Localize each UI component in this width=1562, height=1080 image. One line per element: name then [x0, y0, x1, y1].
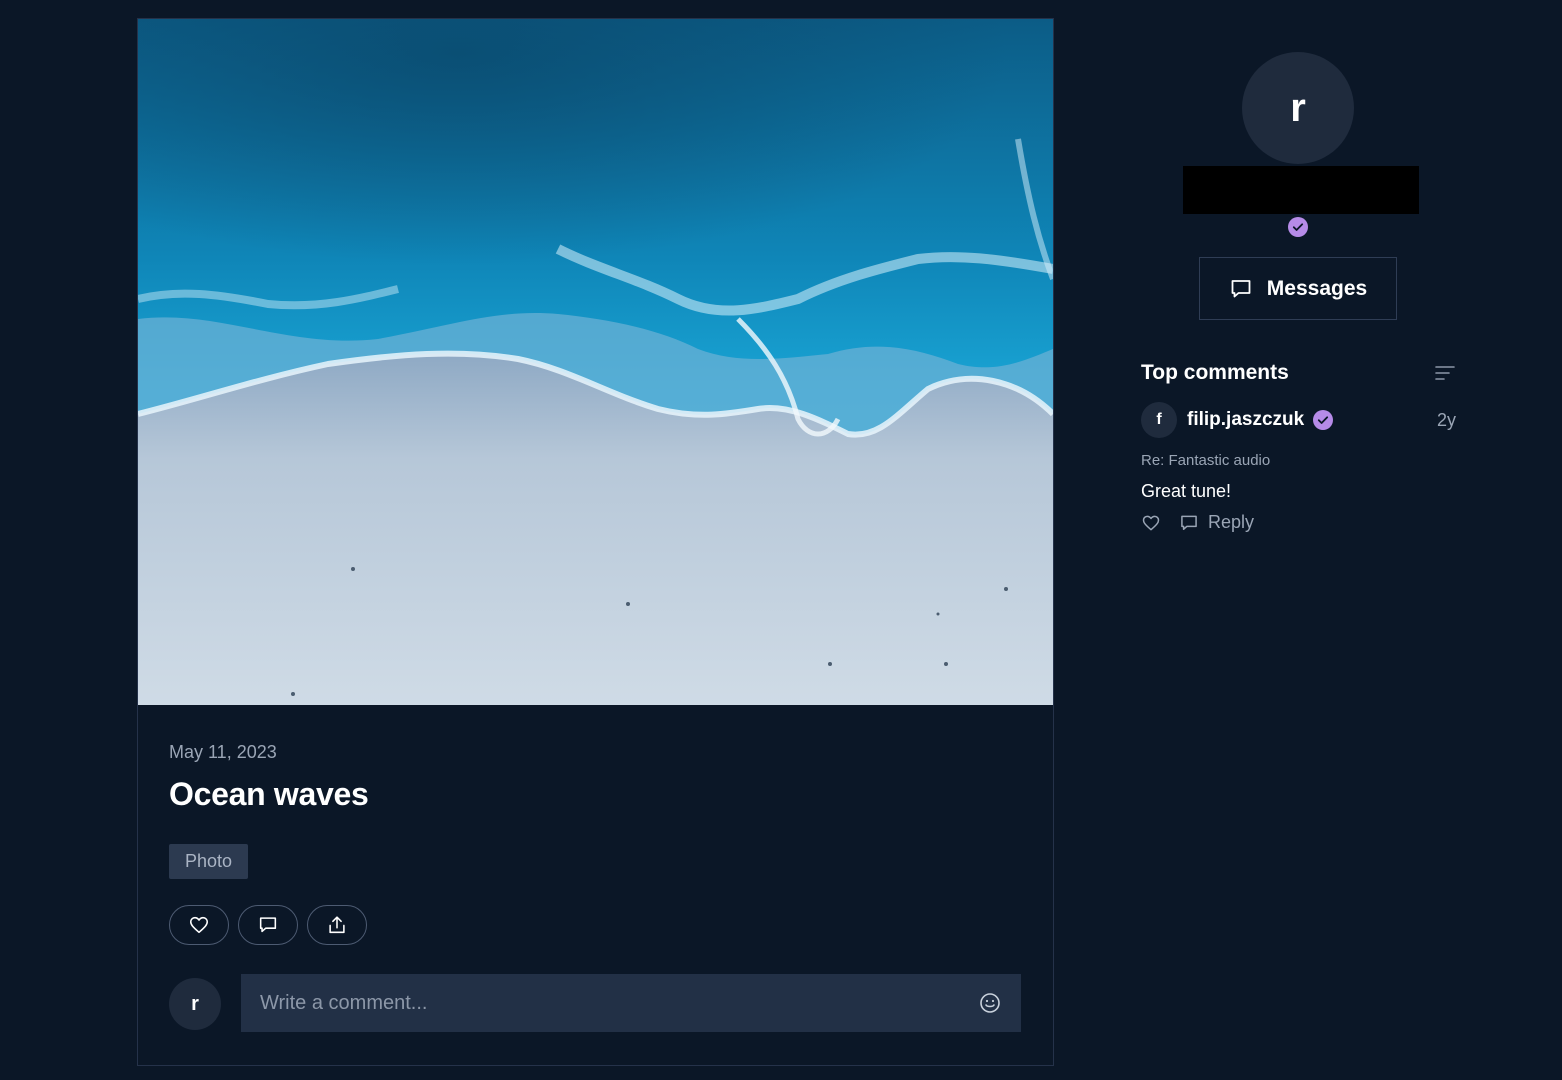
profile-avatar[interactable]: r [1242, 52, 1354, 164]
comment-author[interactable]: filip.jaszczuk [1187, 409, 1304, 431]
comment-item: f filip.jaszczuk 2y Re: Fantastic audio … [1141, 402, 1456, 542]
share-button[interactable] [307, 905, 367, 945]
verified-icon [1288, 217, 1308, 237]
top-comments-title: Top comments [1141, 361, 1289, 384]
emoji-icon[interactable] [978, 991, 1002, 1015]
comment-icon [1181, 515, 1197, 530]
verified-icon [1313, 410, 1333, 430]
heart-icon [189, 916, 209, 934]
heart-icon[interactable] [1141, 513, 1161, 533]
comment-text: Great tune! [1141, 481, 1232, 501]
messages-button[interactable]: Messages [1199, 257, 1397, 320]
comment-reference[interactable]: Re: Fantastic audio [1141, 452, 1270, 469]
post-photo[interactable] [138, 19, 1053, 705]
comment-button[interactable] [238, 905, 298, 945]
comment-icon [259, 917, 277, 933]
ocean-waves-image [138, 19, 1053, 705]
like-button[interactable] [169, 905, 229, 945]
avatar[interactable]: f [1141, 402, 1177, 438]
post-title: Ocean waves [169, 776, 369, 812]
comment-input[interactable] [241, 974, 1021, 1032]
profile-name-redacted [1183, 166, 1419, 214]
avatar[interactable]: r [169, 978, 221, 1030]
share-icon [329, 916, 345, 934]
comment-composer: r [169, 974, 1022, 1032]
post-actions [169, 905, 367, 945]
message-icon [1231, 279, 1251, 297]
reply-button[interactable]: Reply [1179, 512, 1254, 533]
comment-actions: Reply [1141, 512, 1254, 533]
comment-time: 2y [1436, 410, 1456, 430]
post-date: May 11, 2023 [169, 742, 277, 762]
sort-icon[interactable] [1435, 365, 1455, 381]
messages-label: Messages [1266, 276, 1368, 300]
post-tag[interactable]: Photo [169, 844, 249, 879]
reply-label: Reply [1208, 512, 1255, 532]
post-card: May 11, 2023 Ocean waves Photo r [137, 18, 1054, 1066]
page: May 11, 2023 Ocean waves Photo r Write a… [0, 0, 1562, 1080]
